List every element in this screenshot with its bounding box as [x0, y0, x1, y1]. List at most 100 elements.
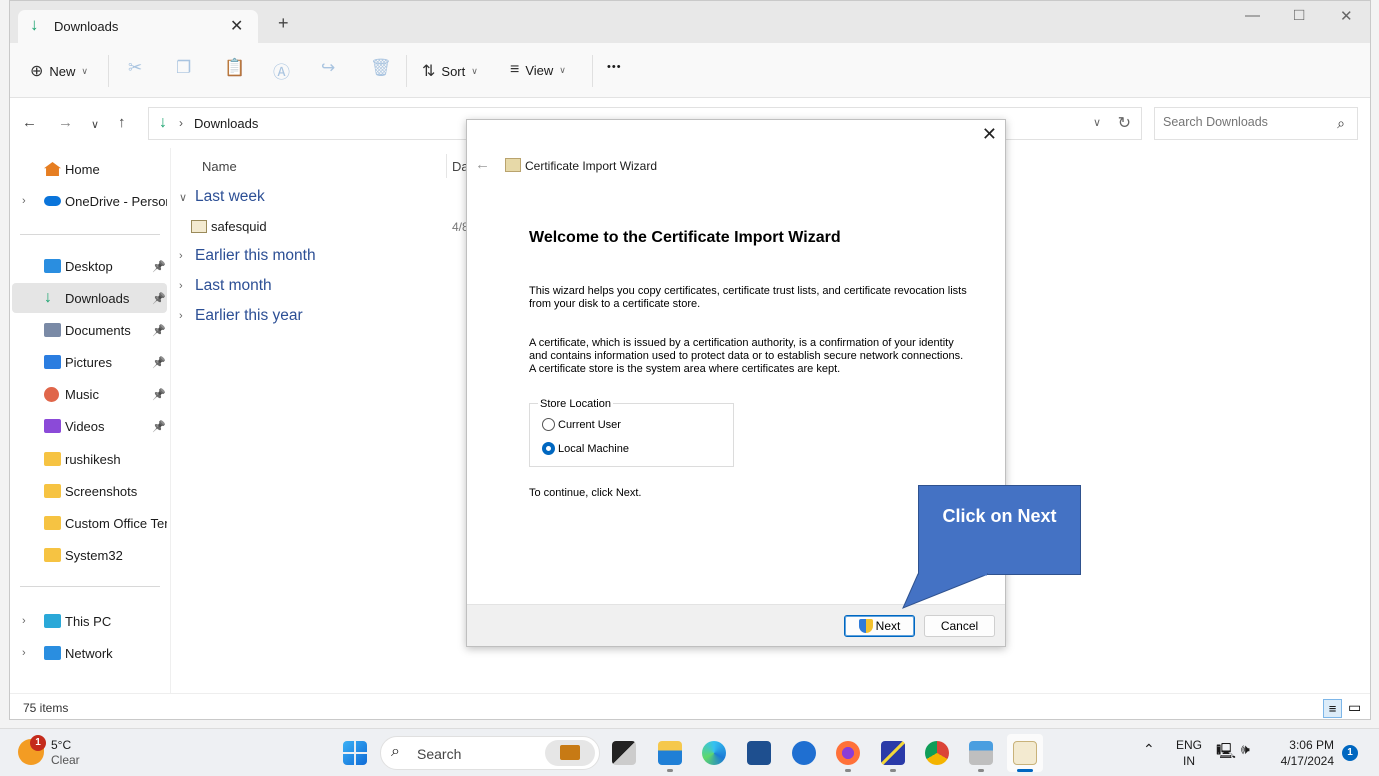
- share-icon[interactable]: ↪: [321, 58, 335, 78]
- close-tab-button[interactable]: ✕: [230, 16, 243, 36]
- file-row-safesquid[interactable]: safesquid: [191, 219, 267, 234]
- sidebar-item-custom-office-tem[interactable]: Custom Office Tem: [12, 508, 167, 538]
- details-view-button[interactable]: ≡: [1323, 699, 1342, 718]
- search-box[interactable]: ⌕: [1154, 107, 1358, 140]
- callout-pointer: [902, 573, 989, 609]
- store-location-group: Store Location Current User Local Machin…: [529, 398, 734, 467]
- file-explorer-icon[interactable]: [658, 741, 682, 765]
- chevron-down-icon: ∨: [559, 64, 566, 75]
- continue-instruction: To continue, click Next.: [529, 487, 642, 499]
- cut-icon[interactable]: ✂: [128, 58, 142, 78]
- language-indicator[interactable]: ENG: [1176, 738, 1202, 752]
- certificate-manager-icon[interactable]: [969, 741, 993, 765]
- sidebar-item-downloads[interactable]: ↓ Downloads 📌: [12, 283, 167, 313]
- network-connections-icon[interactable]: [881, 741, 905, 765]
- taskbar-search-label: Search: [417, 746, 462, 762]
- tab-downloads[interactable]: ↓ Downloads ✕: [18, 10, 258, 43]
- file-name: safesquid: [211, 219, 267, 234]
- start-icon[interactable]: [343, 741, 367, 765]
- chevron-right-icon[interactable]: ›: [22, 647, 26, 659]
- next-button[interactable]: Next: [844, 615, 915, 637]
- delete-icon[interactable]: 🗑: [370, 58, 392, 78]
- sidebar-item-network[interactable]: › Network: [12, 638, 167, 668]
- firefox-icon[interactable]: [836, 741, 860, 765]
- sidebar-item-videos[interactable]: Videos 📌: [12, 411, 167, 441]
- breadcrumb-downloads[interactable]: Downloads: [194, 116, 258, 131]
- certificate-icon[interactable]: [1013, 741, 1037, 765]
- copy-icon[interactable]: ❐: [176, 58, 191, 78]
- sidebar-item-onedrive-persona[interactable]: › OneDrive - Persona: [12, 186, 167, 216]
- minimize-button[interactable]: —: [1245, 7, 1260, 24]
- divider: [406, 55, 407, 87]
- music-icon: [44, 386, 59, 402]
- sidebar-item-label: Screenshots: [65, 483, 138, 499]
- edge-icon[interactable]: [702, 741, 726, 765]
- new-tab-button[interactable]: +: [278, 13, 289, 34]
- clock-time[interactable]: 3:06 PM: [1270, 738, 1334, 752]
- show-hidden-icons-button[interactable]: ⌃: [1143, 741, 1155, 758]
- task-view-icon[interactable]: [612, 741, 636, 765]
- view-button[interactable]: ≡ View ∨: [510, 61, 566, 79]
- radio-button-selected[interactable]: [542, 442, 555, 455]
- refresh-icon[interactable]: ↻: [1118, 113, 1131, 133]
- chevron-down-icon: ∨: [179, 191, 188, 204]
- folder-icon: [44, 548, 61, 562]
- sidebar-item-pictures[interactable]: Pictures 📌: [12, 347, 167, 377]
- tab-title: Downloads: [54, 19, 119, 34]
- sidebar-item-rushikesh[interactable]: rushikesh: [12, 444, 167, 474]
- column-header-name[interactable]: Name: [202, 159, 237, 174]
- rename-icon[interactable]: Ⓐ: [273, 58, 290, 83]
- pictures-icon: [44, 355, 61, 369]
- dialog-title: Certificate Import Wizard: [525, 159, 658, 173]
- new-button[interactable]: ⊕ New ∨: [30, 61, 88, 81]
- chevron-right-icon[interactable]: ›: [22, 195, 26, 207]
- sidebar-item-desktop[interactable]: Desktop 📌: [12, 251, 167, 281]
- sidebar-item-music[interactable]: Music 📌: [12, 379, 167, 409]
- taskbar-search[interactable]: ⌕ Search: [380, 736, 600, 770]
- sidebar-item-home[interactable]: Home: [12, 154, 167, 184]
- maximize-button[interactable]: □: [1294, 5, 1304, 25]
- tiles-view-button[interactable]: ▭: [1348, 699, 1361, 716]
- address-dropdown-icon[interactable]: ∨: [1093, 116, 1101, 129]
- paste-icon[interactable]: 📋: [224, 58, 245, 78]
- back-arrow-icon[interactable]: ←: [475, 156, 490, 173]
- radio-local-machine[interactable]: Local Machine: [542, 442, 629, 455]
- status-bar: 75 items ≡ ▭: [10, 693, 1370, 721]
- network-icon[interactable]: 🖳: [1216, 741, 1236, 766]
- sort-button[interactable]: ⇅ Sort ∨: [422, 61, 478, 81]
- chrome-icon[interactable]: [925, 741, 949, 765]
- clock-date[interactable]: 4/17/2024: [1270, 754, 1334, 768]
- forward-button[interactable]: →: [58, 114, 73, 131]
- radio-current-user[interactable]: Current User: [542, 418, 621, 431]
- more-options-button[interactable]: •••: [607, 61, 622, 73]
- chevron-right-icon[interactable]: ›: [22, 615, 26, 627]
- sidebar-item-screenshots[interactable]: Screenshots: [12, 476, 167, 506]
- group-label: Last week: [195, 188, 265, 205]
- close-window-button[interactable]: ✕: [1340, 7, 1353, 25]
- radio-button[interactable]: [542, 418, 555, 431]
- notification-badge[interactable]: 1: [1342, 745, 1358, 761]
- sidebar-item-this-pc[interactable]: › This PC: [12, 606, 167, 636]
- weather-condition: Clear: [51, 753, 80, 767]
- cancel-button[interactable]: Cancel: [924, 615, 995, 637]
- search-input[interactable]: [1163, 115, 1323, 129]
- group-earlier-this-month[interactable]: › Earlier this month: [179, 247, 316, 265]
- group-earlier-this-year[interactable]: › Earlier this year: [179, 307, 303, 325]
- recent-locations-button[interactable]: ∨: [91, 118, 99, 131]
- sidebar-item-system32[interactable]: System32: [12, 540, 167, 570]
- this-pc-icon: [44, 614, 61, 628]
- back-button[interactable]: ←: [22, 114, 37, 131]
- thunderbird-icon[interactable]: [792, 741, 816, 765]
- group-last-week[interactable]: ∨ Last week: [179, 188, 265, 206]
- up-button[interactable]: ↑: [118, 114, 126, 131]
- volume-icon[interactable]: 🕪: [1241, 741, 1250, 758]
- store-icon[interactable]: [747, 741, 771, 765]
- pin-icon: 📌: [152, 260, 166, 273]
- folder-icon: [44, 516, 61, 530]
- sidebar-item-documents[interactable]: Documents 📌: [12, 315, 167, 345]
- close-dialog-button[interactable]: ✕: [982, 124, 997, 145]
- language-region[interactable]: IN: [1176, 754, 1202, 768]
- sidebar-item-label: rushikesh: [65, 451, 121, 467]
- network-icon: [44, 646, 61, 660]
- group-last-month[interactable]: › Last month: [179, 277, 272, 295]
